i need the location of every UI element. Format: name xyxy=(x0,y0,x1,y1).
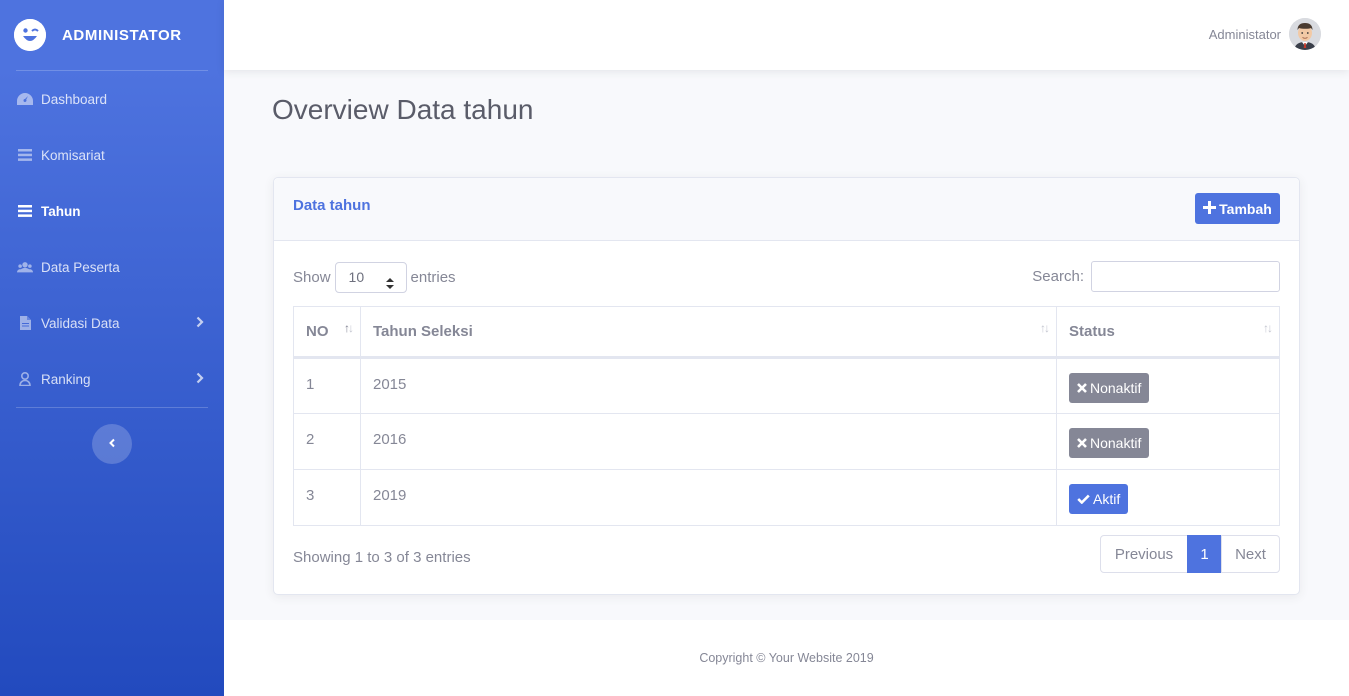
add-button-label: Tambah xyxy=(1219,200,1272,217)
status-label: Nonaktif xyxy=(1090,435,1142,451)
search-control: Search: xyxy=(1032,261,1280,292)
sidebar-brand[interactable]: ADMINISTATOR xyxy=(0,0,224,70)
sidebar-nav: Dashboard Komisariat Tahun Data Peserta … xyxy=(0,71,224,407)
cell-status: Nonaktif xyxy=(1056,413,1280,470)
sidebar-divider xyxy=(16,407,208,408)
cell-year: 2015 xyxy=(360,357,1057,414)
tachometer-icon xyxy=(17,92,33,106)
sidebar-item-label: Dashboard xyxy=(41,91,108,107)
sidebar-item-validasi-data[interactable]: Validasi Data xyxy=(0,295,224,351)
topbar: Administator xyxy=(224,0,1349,70)
sidebar-item-data-peserta[interactable]: Data Peserta xyxy=(0,239,224,295)
entries-select[interactable]: 10 xyxy=(334,262,407,293)
table-info: Showing 1 to 3 of 3 entries xyxy=(293,549,471,566)
brand-name: ADMINISTATOR xyxy=(62,26,182,44)
sort-icon: ↑↓ xyxy=(1040,321,1050,335)
sidebar-item-label: Tahun xyxy=(41,203,81,219)
cell-status: Nonaktif xyxy=(1056,357,1280,414)
chevron-left-icon xyxy=(108,435,116,453)
column-header-status[interactable]: Status ↑↓ xyxy=(1056,306,1280,359)
sidebar-item-komisariat[interactable]: Komisariat xyxy=(0,127,224,183)
status-label: Nonaktif xyxy=(1090,380,1142,396)
sidebar-item-ranking[interactable]: Ranking xyxy=(0,351,224,407)
length-prefix: Show xyxy=(293,269,331,286)
pagination-next[interactable]: Next xyxy=(1221,535,1280,573)
status-nonaktif-button[interactable]: Nonaktif xyxy=(1069,373,1150,403)
avatar xyxy=(1289,18,1321,50)
status-label: Aktif xyxy=(1093,491,1121,507)
table-row: 1 2015 Nonaktif xyxy=(293,357,1280,414)
user-name: Administator xyxy=(1208,26,1281,42)
status-nonaktif-button[interactable]: Nonaktif xyxy=(1069,428,1150,458)
copyright-text: Copyright © Your Website 2019 xyxy=(699,651,874,665)
sort-arrows-icon xyxy=(385,271,394,300)
cell-year: 2019 xyxy=(360,469,1057,526)
footer: Copyright © Your Website 2019 xyxy=(224,620,1349,696)
column-header-tahun-seleksi[interactable]: Tahun Seleksi ↑↓ xyxy=(360,306,1057,359)
cell-no: 3 xyxy=(293,469,361,526)
data-card: Data tahun Tambah Show 10 entries Search… xyxy=(273,177,1300,595)
add-button[interactable]: Tambah xyxy=(1195,193,1280,224)
card-title: Data tahun xyxy=(293,197,371,214)
sidebar-toggle-button[interactable] xyxy=(92,424,132,464)
column-header-no[interactable]: NO ↑↓ xyxy=(293,306,361,359)
cell-no: 1 xyxy=(293,357,361,414)
status-aktif-button[interactable]: Aktif xyxy=(1069,484,1129,514)
sort-icon: ↑↓ xyxy=(344,321,354,335)
file-icon xyxy=(17,316,33,330)
sort-icon: ↑↓ xyxy=(1263,321,1273,335)
pagination-page-1[interactable]: 1 xyxy=(1187,535,1222,573)
cell-status: Aktif xyxy=(1056,469,1280,526)
sidebar-item-label: Komisariat xyxy=(41,147,105,163)
column-header-label: Tahun Seleksi xyxy=(373,323,473,340)
page-title: Overview Data tahun xyxy=(272,94,534,125)
card-header: Data tahun Tambah xyxy=(274,178,1299,241)
search-input[interactable] xyxy=(1091,261,1280,292)
check-icon xyxy=(1077,491,1090,507)
times-icon xyxy=(1077,380,1087,396)
sidebar-item-label: Ranking xyxy=(41,371,91,387)
user-icon xyxy=(17,372,33,386)
column-header-label: Status xyxy=(1069,323,1115,340)
sidebar-item-label: Data Peserta xyxy=(41,259,120,275)
cell-no: 2 xyxy=(293,413,361,470)
times-icon xyxy=(1077,435,1087,451)
pagination-previous[interactable]: Previous xyxy=(1100,535,1188,573)
user-menu[interactable]: Administator xyxy=(1209,18,1321,50)
pagination: Previous 1 Next xyxy=(1100,535,1280,573)
data-table: NO ↑↓ Tahun Seleksi ↑↓ Status ↑↓ 1 2015 xyxy=(293,306,1280,526)
entries-length-control: Show 10 entries xyxy=(293,262,456,293)
chevron-right-icon xyxy=(196,316,204,331)
laugh-wink-icon xyxy=(14,19,46,51)
sidebar-item-tahun[interactable]: Tahun xyxy=(0,183,224,239)
users-icon xyxy=(17,260,33,274)
table-header-row: NO ↑↓ Tahun Seleksi ↑↓ Status ↑↓ xyxy=(293,306,1280,359)
column-header-label: NO xyxy=(306,323,329,340)
sidebar: ADMINISTATOR Dashboard Komisariat Tahun xyxy=(0,0,224,696)
entries-select-value: 10 xyxy=(348,269,365,285)
cell-year: 2016 xyxy=(360,413,1057,470)
plus-icon xyxy=(1203,200,1217,217)
list-icon xyxy=(17,148,33,162)
sidebar-item-label: Validasi Data xyxy=(41,315,120,331)
table-row: 2 2016 Nonaktif xyxy=(293,413,1280,470)
table-row: 3 2019 Aktif xyxy=(293,469,1280,526)
search-label: Search: xyxy=(1032,268,1084,285)
length-suffix: entries xyxy=(410,269,456,286)
list-icon xyxy=(17,204,33,218)
chevron-right-icon xyxy=(196,372,204,387)
sidebar-item-dashboard[interactable]: Dashboard xyxy=(0,71,224,127)
